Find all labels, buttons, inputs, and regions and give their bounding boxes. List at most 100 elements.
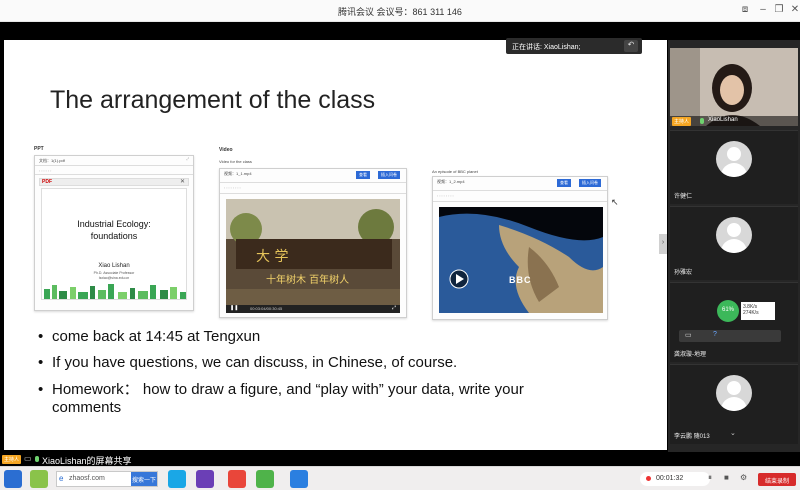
video-label: Video xyxy=(219,147,233,153)
bullet-3: • Homework： how to draw a figure, and “pl… xyxy=(38,381,524,398)
host-camera-feed xyxy=(670,48,798,126)
bbc-panel[interactable]: 视频：1_2.mp4 查看 插入问卷 ◦ ◦ ◦ ◦ ◦ ◦ ◦ ◦ BBC xyxy=(432,176,608,320)
window-titlebar: 腾讯会议 会议号：861 311 146 ⧈ – ❐ ✕ xyxy=(0,0,800,22)
mic-icon xyxy=(700,118,704,124)
floating-control-bar[interactable]: ▭ ? xyxy=(679,330,781,342)
bullet-1-text: come back at 14:45 at Tengxun xyxy=(52,328,261,345)
pdf-author: Xiao Lishan xyxy=(98,263,130,269)
record-timer: 00:01:32 xyxy=(656,475,684,482)
video-panel[interactable]: 视频：1_1.mp4 查看 插入问卷 ◦ ◦ ◦ ◦ ◦ ◦ ◦ ◦ 大 学 十… xyxy=(219,168,407,318)
download-speed: 274K/s xyxy=(743,310,759,316)
browser-icon: e xyxy=(59,474,64,483)
bbc-file-name: 视频：1_2.mp4 xyxy=(437,179,465,184)
cpu-gauge: 61% xyxy=(717,300,739,322)
pdf-close-icon[interactable]: ✕ xyxy=(180,178,185,185)
video-player[interactable]: 大 学 十年树木 百年树人 ❚❚ 00:03:04/00:30:45 ⤢ xyxy=(226,199,400,313)
video-insert-button[interactable]: 插入问卷 xyxy=(378,171,400,179)
bullet-3-text: Homework： how to draw a figure, and “pla… xyxy=(52,381,524,398)
skype-icon[interactable] xyxy=(168,470,186,488)
bullet-3-continued: comments xyxy=(52,399,122,416)
mic-icon xyxy=(35,456,39,462)
bbc-insert-button[interactable]: 插入问卷 xyxy=(579,179,601,187)
video-view-button[interactable]: 查看 xyxy=(356,171,370,179)
network-speed-widget[interactable]: 61% 3.8K/s 274K/s xyxy=(717,300,777,324)
share-top-strip xyxy=(0,22,800,40)
share-host-tag: 主持人 xyxy=(2,455,22,464)
speaking-label: 正在讲话: XiaoLishan; xyxy=(512,44,581,51)
bbc-file-bar: 视频：1_2.mp4 查看 插入问卷 xyxy=(433,177,607,191)
campus-gate-frame: 大 学 十年树木 百年树人 xyxy=(226,199,400,305)
participant-tile-4[interactable]: 李云鹏 随013 ⌄ xyxy=(670,364,798,444)
avatar xyxy=(716,141,752,177)
fullscreen-icon[interactable]: ⤢ xyxy=(392,305,396,311)
volume-icon[interactable]: ↶ xyxy=(624,40,638,52)
settings-icon[interactable]: ⚙ xyxy=(740,473,747,482)
ppt-file-name: 文档：1(1).pdf xyxy=(39,158,65,163)
close-icon[interactable]: ✕ xyxy=(788,4,800,15)
pdf-page: Industrial Ecology: foundations Xiao Lis… xyxy=(41,188,187,300)
expand-icon[interactable]: ⤢ xyxy=(186,157,189,161)
mouse-cursor-icon: ↖ xyxy=(611,197,619,207)
pdf-title-2: foundations xyxy=(90,231,138,241)
pause-record-icon[interactable]: ⏸ xyxy=(708,473,712,483)
host-tag: 主持人 xyxy=(672,117,692,126)
avatar xyxy=(716,217,752,253)
earth-from-space-frame xyxy=(439,207,603,313)
participant-tile-2[interactable]: 孙雅宏 xyxy=(670,206,798,280)
participant-video-host[interactable]: 主持人 XiaoLishan xyxy=(670,48,798,126)
meeting-app-icon[interactable] xyxy=(290,470,308,488)
video-file-name: 视频：1_1.mp4 xyxy=(224,171,252,176)
ppt-file-bar: 文档：1(1).pdf ⤢ xyxy=(35,156,193,166)
ppt-panel[interactable]: 文档：1(1).pdf ⤢ ◦ ◦ ◦ ◦ ◦ ◦ PDF ✕ Industri… xyxy=(34,155,194,311)
wechat-icon[interactable] xyxy=(256,470,274,488)
video-controls[interactable]: ❚❚ 00:03:04/00:30:45 ⤢ xyxy=(226,305,400,313)
bbc-toolbar: ◦ ◦ ◦ ◦ ◦ ◦ ◦ ◦ xyxy=(433,191,607,202)
pdf-email: lsxiao@sina.edu.cn xyxy=(98,276,130,280)
speed-readout: 3.8K/s 274K/s xyxy=(741,302,775,320)
taskbar: e zhaosf.com 搜索一下 00:01:32 ⏸ ■ ⚙ 结束录制 xyxy=(0,466,800,490)
app-icon[interactable] xyxy=(30,470,48,488)
svg-text:大 学: 大 学 xyxy=(256,249,288,265)
pause-icon[interactable]: ❚❚ xyxy=(230,305,238,311)
host-namebar: 主持人 XiaoLishan xyxy=(670,116,798,126)
search-button[interactable]: 搜索一下 xyxy=(131,472,157,486)
ppt-label: PPT xyxy=(34,146,44,152)
share-status-bar: 主持人 ▭ XiaoLishan的屏幕共享 xyxy=(0,452,800,466)
bbc-view-button[interactable]: 查看 xyxy=(557,179,571,187)
city-skyline-graphic xyxy=(44,284,186,299)
ppt-toolbar: ◦ ◦ ◦ ◦ ◦ ◦ xyxy=(35,166,193,175)
video-time: 00:03:04/00:30:45 xyxy=(250,306,283,311)
bullet-1: • come back at 14:45 at Tengxun xyxy=(38,328,261,345)
bbc-player[interactable]: BBC xyxy=(439,207,603,313)
minimize-icon[interactable]: – xyxy=(756,4,770,15)
restore-icon[interactable]: ❐ xyxy=(772,4,786,15)
screen-icon: ▭ xyxy=(24,454,32,463)
pdf-toolbar[interactable]: PDF ✕ xyxy=(39,178,189,186)
end-recording-button[interactable]: 结束录制 xyxy=(758,473,796,486)
media-icon[interactable] xyxy=(196,470,214,488)
participant-name: 孙雅宏 xyxy=(674,270,693,276)
window-title: 腾讯会议 会议号：861 311 146 xyxy=(338,7,462,17)
host-name: XiaoLishan xyxy=(708,117,738,123)
participant-name: 许健仁 xyxy=(674,194,693,200)
participant-name: 李云鹏 随013 xyxy=(674,434,710,440)
search-input[interactable]: e zhaosf.com 搜索一下 xyxy=(56,471,158,487)
bullet-2: • If you have questions, we can discuss, … xyxy=(38,354,458,371)
chrome-icon[interactable] xyxy=(228,470,246,488)
bbc-label: An episode of BBC planet xyxy=(432,169,478,174)
video-sub: Video for the class xyxy=(219,159,252,164)
help-icon[interactable]: ? xyxy=(713,331,717,338)
collapse-panel-handle[interactable]: › xyxy=(659,234,667,254)
pin-icon[interactable]: ⧈ xyxy=(738,4,752,15)
pdf-role: Ph.D. Associate Professor xyxy=(93,271,135,275)
avatar xyxy=(716,375,752,411)
chevron-down-icon[interactable]: ⌄ xyxy=(730,429,736,437)
stop-record-icon[interactable]: ■ xyxy=(724,473,729,482)
participant-tile-1[interactable]: 许健仁 xyxy=(670,130,798,204)
camera-icon[interactable]: ▭ xyxy=(685,331,692,339)
recording-indicator: 00:01:32 xyxy=(640,472,710,486)
search-text: zhaosf.com xyxy=(69,475,105,482)
speaking-indicator: 正在讲话: XiaoLishan; ↶ xyxy=(506,38,642,54)
start-icon[interactable] xyxy=(4,470,22,488)
slide-title: The arrangement of the class xyxy=(50,86,376,114)
